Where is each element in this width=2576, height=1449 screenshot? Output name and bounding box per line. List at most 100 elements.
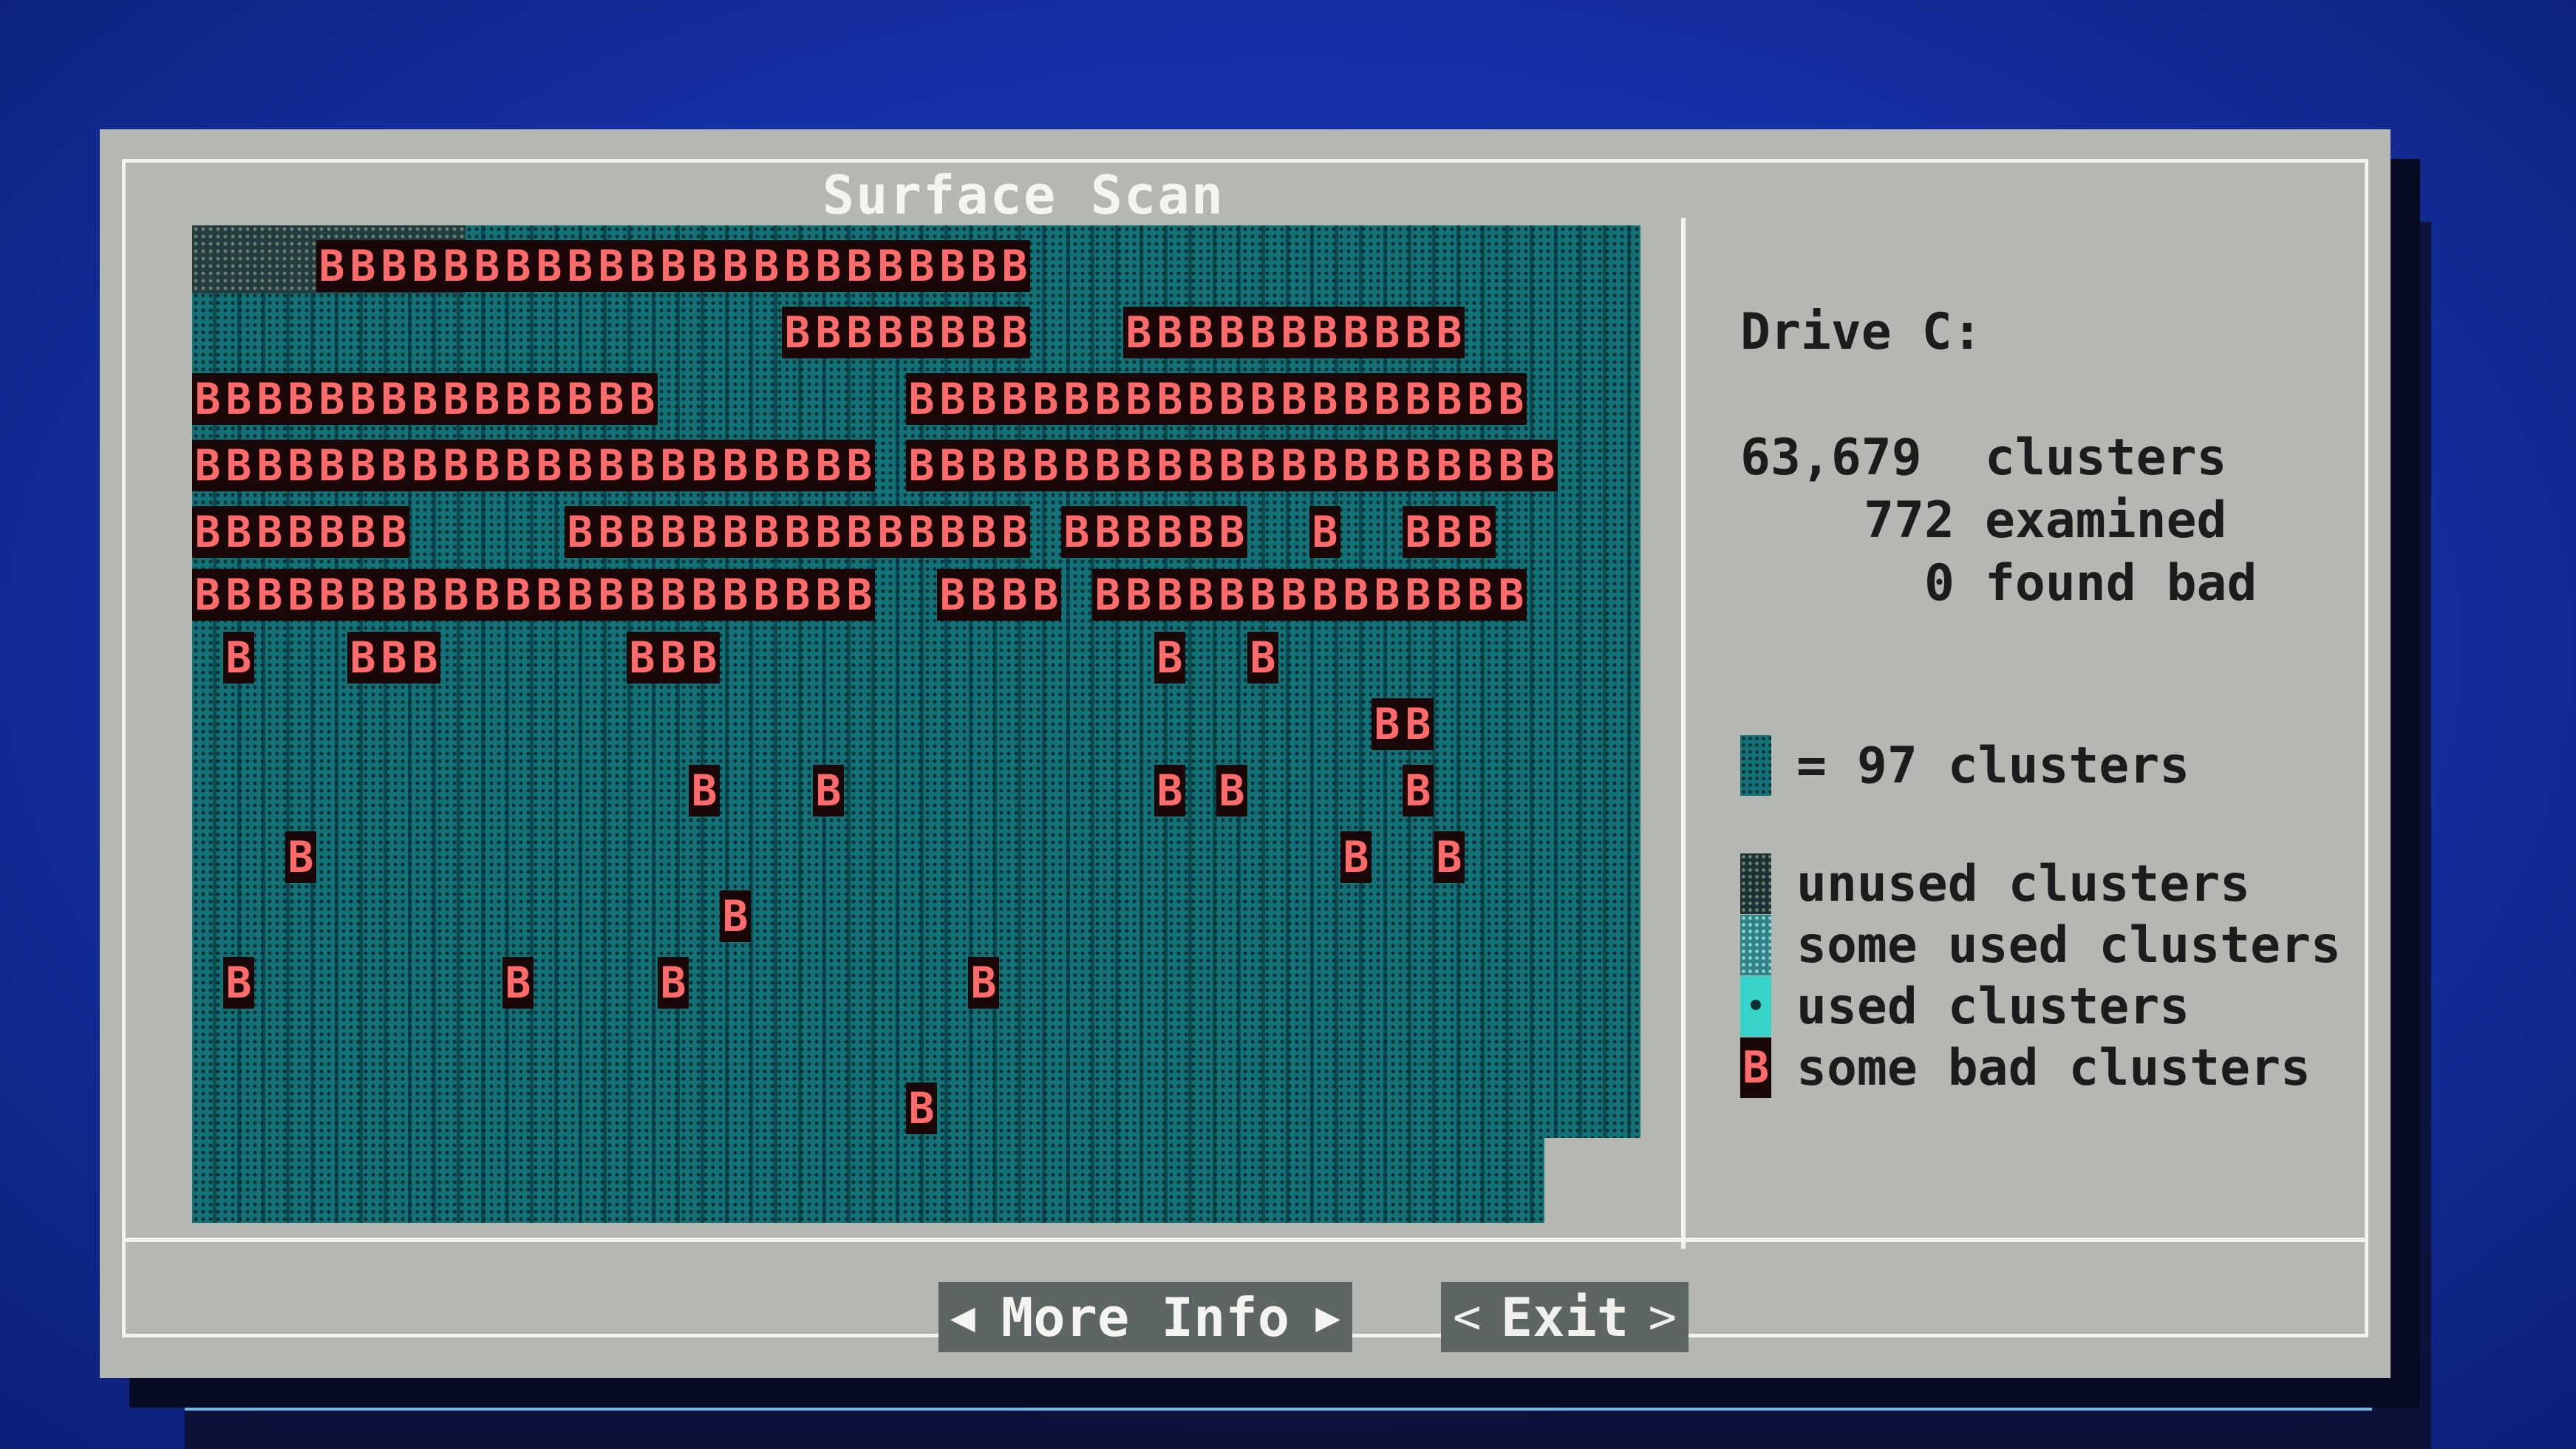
bad-cluster-block: B	[409, 632, 440, 683]
cluster-map-row: B	[192, 890, 1640, 942]
cluster-block	[1309, 1083, 1340, 1134]
cluster-block	[1154, 1023, 1185, 1075]
cluster-block	[1372, 1083, 1403, 1134]
bad-cluster-block: B	[347, 632, 378, 683]
cluster-block	[1123, 831, 1154, 883]
cluster-block	[502, 698, 534, 750]
bad-cluster-block: B	[1434, 569, 1465, 621]
cluster-block	[1092, 957, 1123, 1009]
bad-cluster-block: B	[285, 440, 316, 491]
cluster-block	[1061, 632, 1092, 683]
cluster-block	[347, 957, 378, 1009]
cluster-block	[751, 1023, 782, 1075]
cluster-block	[471, 307, 502, 358]
cluster-block	[440, 632, 471, 683]
cluster-block	[192, 1083, 223, 1134]
cluster-block	[534, 506, 565, 558]
bad-cluster-block: B	[1372, 373, 1403, 425]
used-swatch-icon: •	[1740, 976, 1771, 1037]
cluster-block	[502, 1023, 534, 1075]
cluster-block	[751, 632, 782, 683]
cluster-block	[627, 698, 658, 750]
bad-cluster-block: B	[689, 240, 720, 292]
cluster-block	[720, 307, 751, 358]
cluster-block	[658, 698, 689, 750]
cluster-block	[1061, 307, 1092, 358]
cluster-block	[440, 890, 471, 942]
cluster-block	[813, 890, 844, 942]
bad-cluster-block: B	[720, 569, 751, 621]
bad-cluster-block: B	[627, 506, 658, 558]
cluster-block	[1061, 569, 1092, 621]
cluster-block	[1061, 1083, 1092, 1134]
cluster-block	[565, 890, 596, 942]
bad-cluster-block: B	[875, 240, 906, 292]
bad-cluster-block: B	[596, 440, 627, 491]
cluster-block	[1092, 240, 1123, 292]
cluster-block	[534, 1083, 565, 1134]
cluster-block	[316, 957, 347, 1009]
bad-cluster-block: B	[440, 373, 471, 425]
bad-cluster-block: B	[1216, 765, 1247, 816]
bad-cluster-block: B	[1061, 373, 1092, 425]
bad-cluster-block: B	[1092, 440, 1123, 491]
bad-cluster-block: B	[1123, 307, 1154, 358]
cluster-block	[1216, 1023, 1247, 1075]
cluster-block	[534, 957, 565, 1009]
bad-cluster-block: B	[409, 373, 440, 425]
cluster-block	[844, 765, 875, 816]
cluster-block	[254, 957, 285, 1009]
bad-cluster-block: B	[1403, 440, 1434, 491]
cluster-block	[937, 698, 968, 750]
cluster-block	[409, 765, 440, 816]
cluster-block	[1185, 765, 1216, 816]
bad-cluster-block: B	[223, 957, 254, 1009]
cluster-block	[1403, 632, 1434, 683]
bad-cluster-block: B	[1434, 506, 1465, 558]
legend-used: • used clusters	[1740, 976, 2190, 1037]
total-clusters-stat: 63,679 clusters	[1740, 429, 2226, 487]
map-end-notch	[1544, 1138, 1640, 1223]
bad-cluster-block: B	[1185, 506, 1216, 558]
cluster-map-row: BBBBBBBBBBBBBBBBBBBBBBBBBBBBBBBB	[192, 506, 1640, 558]
cluster-block	[751, 1083, 782, 1134]
more-info-button[interactable]: ◀ More Info ▶	[938, 1282, 1352, 1352]
bad-cluster-block: B	[968, 440, 999, 491]
bad-cluster-block: B	[689, 569, 720, 621]
cluster-block	[565, 765, 596, 816]
cluster-block	[471, 632, 502, 683]
bad-cluster-block: B	[1216, 373, 1247, 425]
cluster-block	[471, 1023, 502, 1075]
cluster-block	[285, 307, 316, 358]
cluster-block	[409, 698, 440, 750]
cluster-block	[285, 957, 316, 1009]
bad-found-value: 0	[1924, 554, 1955, 613]
cluster-block	[627, 1023, 658, 1075]
cluster-block	[347, 765, 378, 816]
bad-cluster-block: B	[1403, 506, 1434, 558]
cluster-block	[1154, 957, 1185, 1009]
cluster-block	[1247, 240, 1278, 292]
cluster-map-row	[192, 1023, 1640, 1075]
cluster-block	[409, 1083, 440, 1134]
bad-cluster-block: B	[1403, 698, 1434, 750]
bad-cluster-block: B	[1278, 373, 1309, 425]
bad-cluster-block: B	[1434, 440, 1465, 491]
cluster-block	[347, 1083, 378, 1134]
bad-cluster-block: B	[1403, 569, 1434, 621]
bad-cluster-block: B	[502, 240, 534, 292]
exit-button[interactable]: < Exit >	[1441, 1282, 1689, 1352]
cluster-block	[1061, 890, 1092, 942]
bad-cluster-block: B	[409, 240, 440, 292]
cluster-block	[316, 890, 347, 942]
bad-cluster-block: B	[906, 440, 937, 491]
cluster-block	[844, 698, 875, 750]
cluster-block	[1030, 698, 1061, 750]
cluster-block	[192, 765, 223, 816]
bad-cluster-block: B	[223, 440, 254, 491]
cluster-block	[1340, 632, 1372, 683]
surface-scan-dialog: Surface Scan BBBBBBBBBBBBBBBBBBBBBBBBBBB…	[100, 129, 2391, 1378]
cluster-block	[658, 1083, 689, 1134]
bad-cluster-block: B	[720, 890, 751, 942]
bad-cluster-block: B	[1527, 440, 1558, 491]
